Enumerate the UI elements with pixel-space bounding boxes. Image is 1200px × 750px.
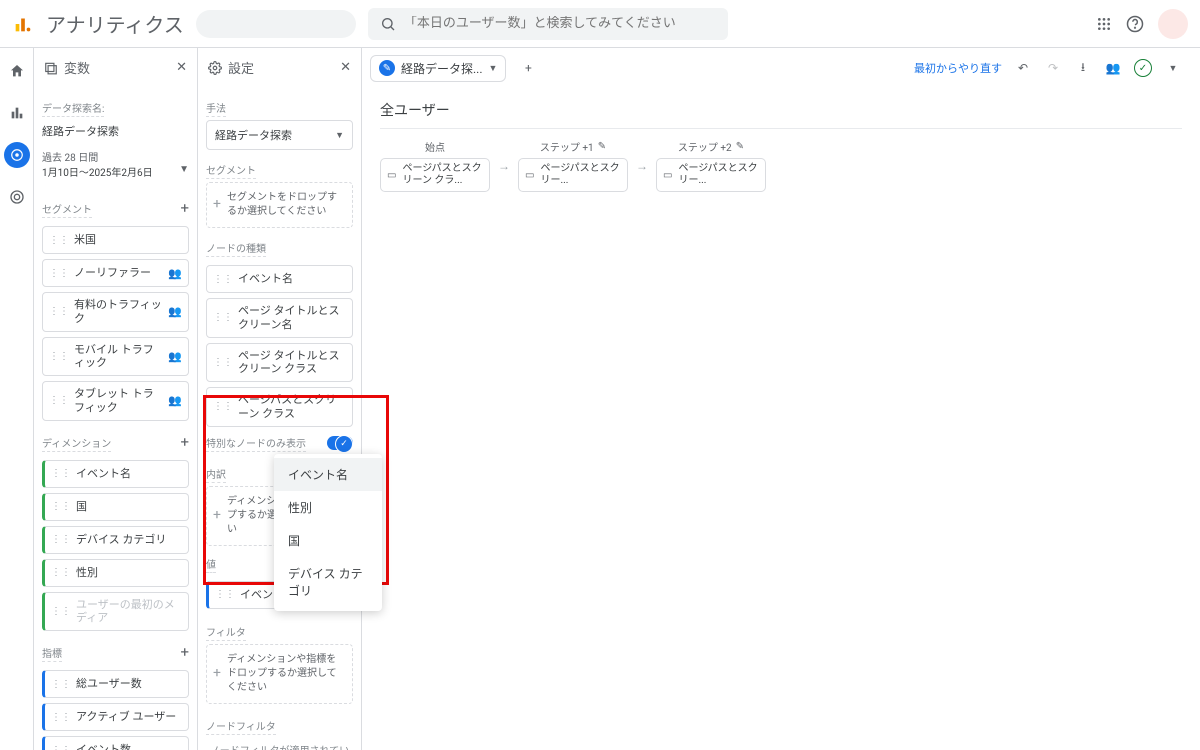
segment-chip[interactable]: ⋮⋮モバイル トラフィック👥 (42, 337, 189, 377)
close-icon[interactable]: ✕ (176, 60, 187, 75)
undo-icon[interactable]: ↶ (1014, 59, 1032, 77)
pencil-icon[interactable]: ✎ (736, 141, 744, 152)
avatar[interactable] (1158, 9, 1188, 39)
dimension-popup: イベント名 性別 国 デバイス カテゴリ (274, 454, 382, 611)
app-title: アナリティクス (46, 9, 184, 38)
edit-icon: ✎ (379, 60, 395, 76)
rail-explore-icon[interactable] (4, 142, 30, 168)
node-type-chip[interactable]: ⋮⋮ページ タイトルとスクリーン名 (206, 298, 353, 338)
add-segment-button[interactable]: + (180, 199, 189, 217)
values-label: 値 (206, 556, 216, 573)
unique-only-toggle[interactable] (327, 436, 353, 450)
exploration-name-label: データ探索名: (42, 100, 104, 117)
node-filter-label: ノードフィルタ (206, 718, 276, 735)
settings-panel-title: 設定 (228, 58, 254, 77)
breakdown-label: 内訳 (206, 466, 226, 483)
status-ok-icon[interactable]: ✓ (1134, 59, 1152, 77)
metric-chip[interactable]: ⋮⋮アクティブ ユーザー (42, 703, 189, 731)
page-icon: ▭ (663, 170, 672, 181)
share-icon[interactable]: 👥 (1104, 59, 1122, 77)
node-type-chip[interactable]: ⋮⋮イベント名 (206, 265, 353, 293)
download-icon[interactable]: ⭳ (1074, 59, 1092, 77)
date-range-picker[interactable]: 過去 28 日間 1月10日～2025年2月6日▼ (42, 145, 189, 187)
search-bar[interactable] (368, 8, 728, 40)
chevron-down-icon: ▼ (335, 130, 344, 141)
popup-item[interactable]: 性別 (274, 491, 382, 524)
node-type-label: ノードの種類 (206, 240, 266, 257)
step-1-pill[interactable]: ▭ページパスとスクリー... (518, 158, 628, 192)
chevron-down-icon[interactable]: ▼ (1164, 59, 1182, 77)
gear-icon (208, 61, 222, 75)
segment-chip[interactable]: ⋮⋮タブレット トラフィック👥 (42, 381, 189, 421)
filter-dropzone[interactable]: +ディメンションや指標をドロップするか選択してください (206, 644, 353, 704)
popup-item[interactable]: 国 (274, 524, 382, 557)
node-type-chip[interactable]: ⋮⋮ページパスとスクリーン クラス (206, 387, 353, 427)
filter-label: フィルタ (206, 624, 246, 641)
chevron-down-icon: ▼ (179, 164, 189, 175)
node-filter-empty-text: ノードフィルタが適用されていません。 (206, 738, 353, 750)
step-start-pill[interactable]: ▭ページパスとスクリーン クラ... (380, 158, 490, 192)
page-icon: ▭ (525, 170, 534, 181)
arrow-right-icon: → (636, 159, 648, 173)
technique-select[interactable]: 経路データ探索▼ (206, 120, 353, 150)
add-tab-button[interactable]: + (514, 54, 542, 82)
metric-chip[interactable]: ⋮⋮総ユーザー数 (42, 670, 189, 698)
people-icon: 👥 (168, 350, 182, 363)
exploration-tab[interactable]: ✎ 経路データ探... ▼ (370, 55, 506, 82)
node-type-chip[interactable]: ⋮⋮ページ タイトルとスクリーン クラス (206, 343, 353, 383)
segment-title: 全ユーザー (380, 100, 1182, 129)
popup-item[interactable]: イベント名 (274, 458, 382, 491)
add-dimension-button[interactable]: + (180, 433, 189, 451)
search-icon (380, 16, 396, 32)
dimension-chip[interactable]: ⋮⋮国 (42, 493, 189, 521)
rail-home-icon[interactable] (4, 58, 30, 84)
dimension-chip[interactable]: ⋮⋮デバイス カテゴリ (42, 526, 189, 554)
pencil-icon[interactable]: ✎ (598, 141, 606, 152)
metrics-label: 指標 (42, 645, 62, 662)
dimension-chip[interactable]: ⋮⋮性別 (42, 559, 189, 587)
page-icon: ▭ (387, 170, 396, 181)
rail-reports-icon[interactable] (4, 100, 30, 126)
segment-chip[interactable]: ⋮⋮有料のトラフィック👥 (42, 292, 189, 332)
redo-icon[interactable]: ↷ (1044, 59, 1062, 77)
people-icon: 👥 (168, 394, 182, 407)
rail-ads-icon[interactable] (4, 184, 30, 210)
analytics-logo-icon (12, 13, 34, 35)
arrow-right-icon: → (498, 159, 510, 173)
apps-icon[interactable] (1096, 16, 1112, 32)
segment-dropzone[interactable]: +セグメントをドロップするか選択してください (206, 182, 353, 228)
segment-chip[interactable]: ⋮⋮ノーリファラー👥 (42, 259, 189, 287)
close-icon[interactable]: ✕ (340, 60, 351, 75)
metric-chip[interactable]: ⋮⋮イベント数 (42, 736, 189, 750)
property-selector[interactable] (196, 10, 356, 38)
people-icon: 👥 (168, 305, 182, 318)
unique-only-label: 特別なノードのみ表示 (206, 435, 306, 452)
segment-section-label: セグメント (206, 162, 256, 179)
chevron-down-icon[interactable]: ▼ (489, 63, 498, 74)
dimension-chip-disabled: ⋮⋮ユーザーの最初のメディア (42, 592, 189, 632)
technique-label: 手法 (206, 100, 226, 117)
segment-chip[interactable]: ⋮⋮米国 (42, 226, 189, 254)
popup-item[interactable]: デバイス カテゴリ (274, 557, 382, 607)
dimensions-label: ディメンション (42, 435, 111, 452)
people-icon: 👥 (168, 267, 182, 280)
dimension-chip[interactable]: ⋮⋮イベント名 (42, 460, 189, 488)
vars-panel-title: 変数 (64, 58, 90, 77)
layers-icon (44, 61, 58, 75)
segments-label: セグメント (42, 201, 92, 218)
help-icon[interactable] (1126, 15, 1144, 33)
step-2-pill[interactable]: ▭ページパスとスクリー... (656, 158, 766, 192)
exploration-name[interactable]: 経路データ探索 (42, 120, 189, 145)
search-input[interactable] (404, 16, 716, 31)
reset-link[interactable]: 最初からやり直す (914, 60, 1002, 76)
add-metric-button[interactable]: + (180, 643, 189, 661)
